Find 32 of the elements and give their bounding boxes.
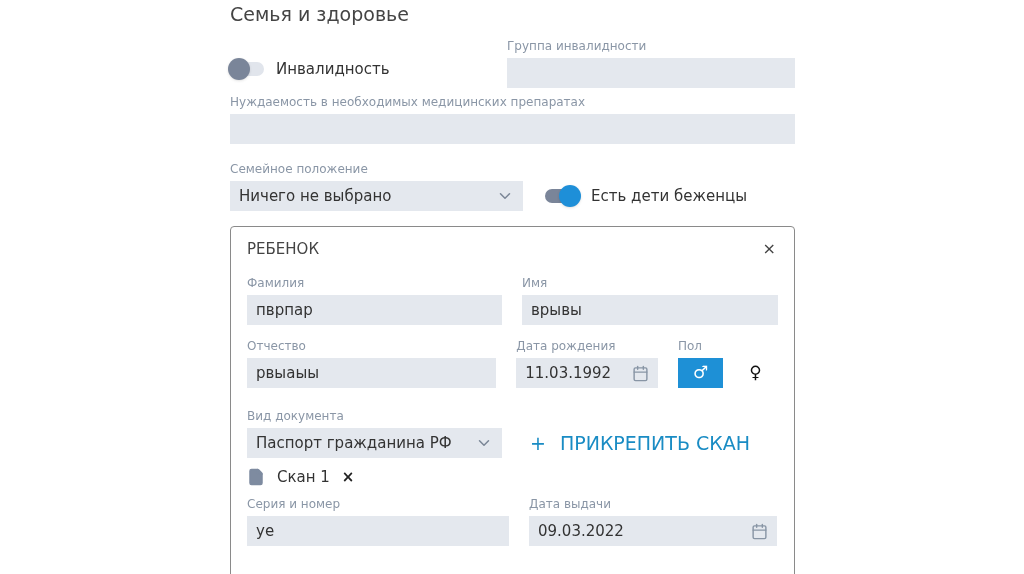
toggle-label: Инвалидность — [276, 59, 390, 80]
field-label: Группа инвалидности — [507, 38, 648, 54]
date-field[interactable]: 09.03.2022 — [529, 516, 777, 546]
input-field[interactable] — [507, 58, 795, 88]
section-title: Семья и здоровье — [230, 2, 410, 26]
remove-scan-button[interactable]: × — [341, 465, 355, 489]
input-field[interactable]: пврпар — [247, 295, 502, 325]
card-title: РЕБЕНОК — [247, 238, 320, 260]
input-field[interactable]: рвыаыы — [247, 358, 497, 388]
calendar-icon — [751, 522, 768, 540]
field-label: Семейное положение — [230, 161, 369, 177]
select-field[interactable]: Паспорт гражданина РФ — [247, 428, 502, 458]
document-icon — [247, 468, 265, 486]
field-label: Отчество — [247, 338, 307, 354]
calendar-icon — [632, 364, 649, 382]
field-label: Дата выдачи — [529, 496, 612, 512]
date-field[interactable]: 11.03.1992 — [516, 358, 658, 388]
field-label: Имя — [522, 275, 549, 291]
field-label: Дата рождения — [516, 338, 617, 354]
input-field[interactable]: врывы — [522, 295, 778, 325]
close-button[interactable]: × — [762, 237, 776, 261]
select-field[interactable]: Ничего не выбрано — [230, 181, 523, 211]
input-field[interactable]: уе — [247, 516, 509, 546]
input-field[interactable] — [230, 114, 795, 144]
toggle-label: Есть дети беженцы — [591, 185, 747, 207]
scan-name: Скан 1 — [277, 466, 330, 488]
field-label: Серия и номер — [247, 496, 342, 512]
field-label: Фамилия — [247, 275, 306, 291]
field-label: Нуждаемость в необходимых медицинских препаратах — [230, 94, 587, 110]
field-label: Вид документа — [247, 408, 345, 424]
attach-scan-button[interactable]: + ПРИКРЕПИТЬ СКАН — [530, 428, 751, 458]
field-label: Пол — [678, 338, 704, 354]
